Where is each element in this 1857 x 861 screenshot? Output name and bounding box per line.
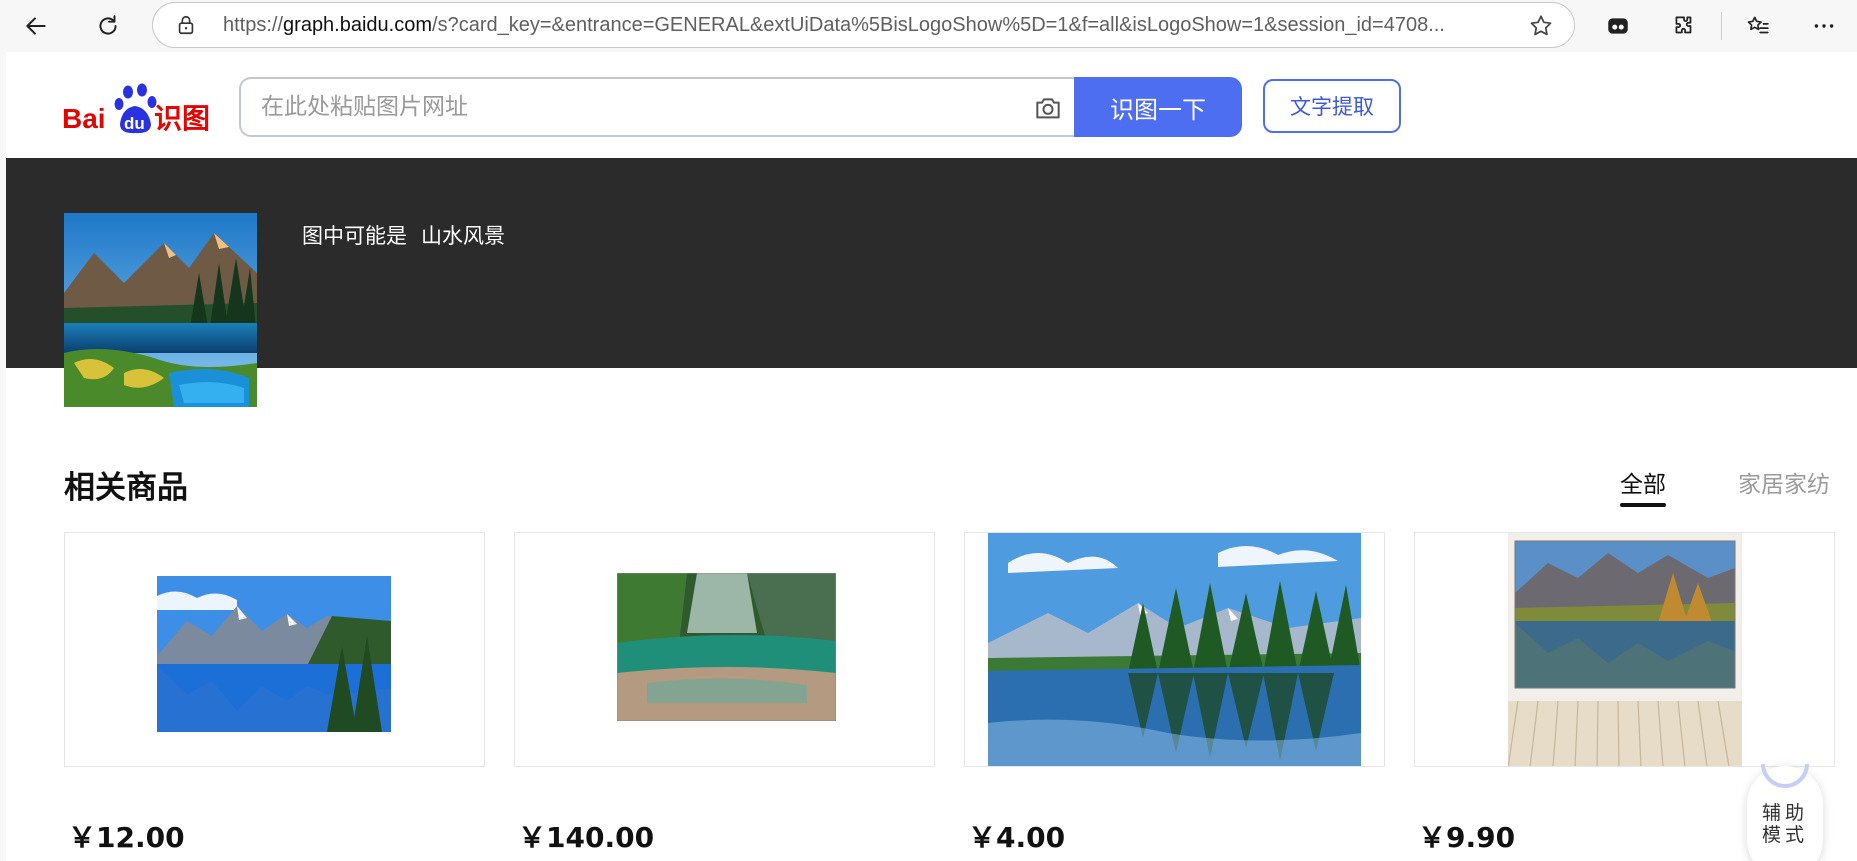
more-icon: [1814, 24, 1834, 28]
puzzle-icon: [1675, 16, 1692, 34]
incognito-icon: [1608, 18, 1628, 34]
product-card[interactable]: [964, 532, 1385, 767]
accessibility-icon: [1761, 764, 1809, 788]
recognition-result: 图中可能是 山水风景: [302, 220, 505, 250]
search-box: [239, 77, 1084, 137]
section-title: 相关商品: [64, 470, 188, 506]
accessibility-label: 辅助模式: [1761, 802, 1808, 846]
product-image: [988, 533, 1361, 766]
camera-icon[interactable]: [1032, 92, 1064, 124]
toolbar-separator: [1721, 12, 1722, 40]
url-text: https://graph.baidu.com/s?card_key=&entr…: [223, 14, 1445, 36]
logo-shitu-text: 识图: [154, 102, 210, 135]
browser-toolbar: https://graph.baidu.com/s?card_key=&entr…: [0, 0, 1857, 52]
guess-value[interactable]: 山水风景: [421, 224, 505, 248]
accessibility-mode-button[interactable]: 辅助模式: [1747, 764, 1823, 861]
star-icon[interactable]: [1528, 13, 1554, 39]
result-banner: [6, 158, 1857, 368]
text-extract-button[interactable]: 文字提取: [1263, 79, 1401, 133]
product-image: [157, 576, 391, 732]
collections-button[interactable]: [1600, 8, 1636, 44]
back-button[interactable]: [16, 6, 56, 46]
extensions-button[interactable]: [1666, 8, 1702, 44]
product-price: ￥4.00: [968, 821, 1066, 854]
favorites-list-icon: [1747, 16, 1769, 34]
address-bar[interactable]: https://graph.baidu.com/s?card_key=&entr…: [152, 2, 1575, 48]
guess-prefix: 图中可能是: [302, 224, 407, 248]
arrow-left-icon: [26, 17, 46, 35]
refresh-icon: [99, 15, 117, 35]
baidu-shitu-logo[interactable]: Bai du 识图: [62, 82, 218, 138]
product-image: [1508, 533, 1742, 766]
product-price: ￥12.00: [68, 821, 185, 854]
search-image-button[interactable]: 识图一下: [1074, 77, 1242, 137]
query-image-thumbnail[interactable]: [64, 213, 257, 407]
image-url-input[interactable]: [261, 91, 981, 123]
product-image: [617, 573, 836, 721]
lock-icon: [178, 15, 194, 35]
mountain-lake-image: [64, 213, 257, 407]
tab-home-textiles[interactable]: 家居家纺: [1738, 465, 1830, 499]
tab-all[interactable]: 全部: [1620, 465, 1666, 507]
settings-menu-button[interactable]: [1806, 8, 1842, 44]
product-card[interactable]: [1414, 532, 1835, 767]
product-card[interactable]: [64, 532, 485, 767]
product-card[interactable]: [514, 532, 935, 767]
refresh-button[interactable]: [88, 6, 128, 46]
logo-bai-text: Bai: [62, 103, 106, 134]
product-price: ￥9.90: [1418, 821, 1516, 854]
page-content: Bai du 识图 识图一下 文字提取 图中可能是山水风景 相: [6, 52, 1857, 861]
favorites-button[interactable]: [1740, 8, 1776, 44]
product-price: ￥140.00: [518, 821, 655, 854]
logo-du-text: du: [124, 114, 145, 133]
